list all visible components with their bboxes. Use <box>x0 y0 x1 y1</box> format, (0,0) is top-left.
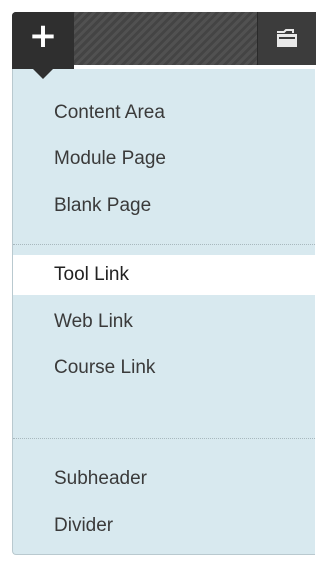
menu-divider <box>13 438 315 439</box>
folder-view-button[interactable] <box>257 12 316 65</box>
menu-item-web-link[interactable]: Web Link <box>13 302 315 342</box>
menu-item-divider[interactable]: Divider <box>13 506 315 546</box>
menu-item-module-page[interactable]: Module Page <box>13 139 315 179</box>
add-menu-item-button[interactable]: + <box>12 12 74 79</box>
plus-icon: + <box>28 16 58 56</box>
menu-item-content-area[interactable]: Content Area <box>13 93 315 133</box>
menu-item-blank-page[interactable]: Blank Page <box>13 186 315 226</box>
menu-divider <box>13 244 315 245</box>
dropdown-pointer <box>32 68 54 79</box>
menu-item-course-link[interactable]: Course Link <box>13 348 315 388</box>
menu-item-subheader[interactable]: Subheader <box>13 459 315 499</box>
add-menu-dropdown: Content Area Module Page Blank Page Tool… <box>12 69 315 555</box>
menu-item-tool-link[interactable]: Tool Link <box>13 255 315 295</box>
folder-icon <box>277 29 297 47</box>
